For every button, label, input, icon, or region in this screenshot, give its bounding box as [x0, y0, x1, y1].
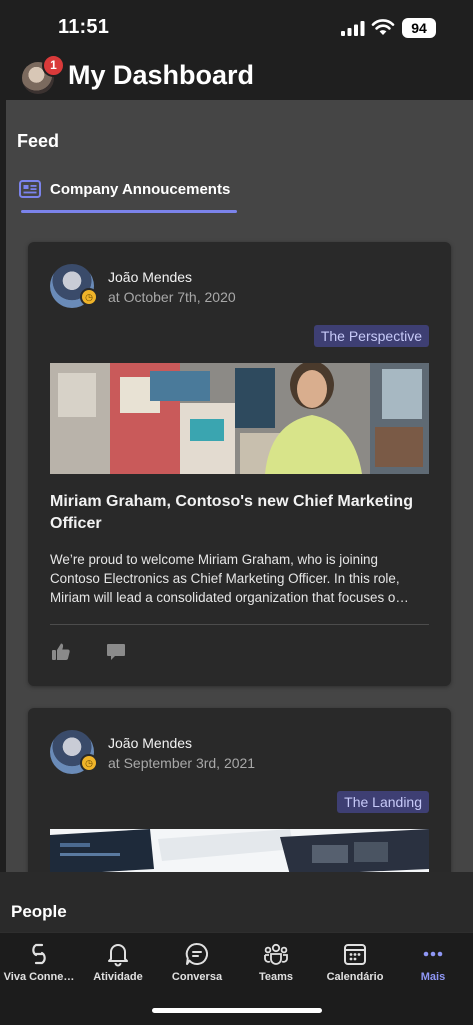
card-divider	[50, 624, 429, 625]
home-indicator	[152, 1008, 322, 1013]
nav-label: Teams	[258, 971, 294, 983]
clock-presence-icon: ◷	[80, 288, 98, 306]
news-post-card[interactable]: ◷ João Mendes at September 3rd, 2021 The…	[28, 708, 451, 872]
tab-company-announcements[interactable]: Company Annoucements	[50, 181, 230, 198]
post-hero-image[interactable]	[50, 829, 429, 872]
more-icon	[423, 951, 443, 957]
notification-badge: 1	[42, 54, 65, 77]
source-tag[interactable]: The Perspective	[313, 325, 429, 347]
nav-teams[interactable]: Teams	[237, 933, 315, 983]
nav-more[interactable]: Mais	[394, 933, 472, 983]
status-time: 11:51	[58, 16, 110, 38]
feed-title: Feed	[17, 131, 60, 151]
battery-indicator: 94	[402, 18, 436, 38]
post-title[interactable]: Miriam Graham, Contoso's new Chief Marke…	[50, 491, 429, 535]
nav-calendar[interactable]: Calendário	[316, 933, 394, 983]
nav-label: Calendário	[326, 971, 384, 983]
post-excerpt: We’re proud to welcome Miriam Graham, wh…	[50, 552, 409, 605]
author-name[interactable]: João Mendes	[108, 269, 192, 285]
wifi-icon	[371, 19, 395, 35]
calendar-icon	[344, 944, 366, 965]
post-hero-image[interactable]	[50, 363, 429, 474]
comment-icon[interactable]	[106, 642, 126, 662]
nav-label: Mais	[420, 971, 446, 983]
post-date: at September 3rd, 2021	[108, 755, 256, 771]
post-date: at October 7th, 2020	[108, 289, 236, 305]
like-icon[interactable]	[51, 642, 71, 662]
page-title: My Dashboard	[68, 60, 255, 90]
nav-label: Viva Conne…	[3, 971, 75, 983]
news-post-card[interactable]: ◷ João Mendes at October 7th, 2020 The P…	[28, 242, 451, 686]
nav-activity[interactable]: Atividade	[79, 933, 157, 983]
people-section[interactable]	[0, 872, 473, 932]
dashboard-content[interactable]: Feed Company Annoucements ◷ João Mendes …	[6, 100, 473, 872]
chat-icon	[185, 942, 208, 965]
active-tab-indicator	[21, 210, 237, 213]
nav-label: Atividade	[93, 971, 143, 983]
author-name[interactable]: João Mendes	[108, 735, 192, 751]
viva-connections-icon	[32, 943, 46, 965]
teams-icon	[264, 943, 288, 965]
nav-label: Conversa	[171, 971, 223, 983]
people-title: People	[11, 902, 67, 921]
nav-viva-connections[interactable]: Viva Conne…	[0, 933, 78, 983]
nav-chat[interactable]: Conversa	[158, 933, 236, 983]
clock-presence-icon: ◷	[80, 754, 98, 772]
news-icon	[19, 180, 41, 198]
cellular-signal-icon	[341, 21, 365, 36]
source-tag[interactable]: The Landing	[337, 791, 429, 813]
bell-icon	[108, 944, 128, 967]
